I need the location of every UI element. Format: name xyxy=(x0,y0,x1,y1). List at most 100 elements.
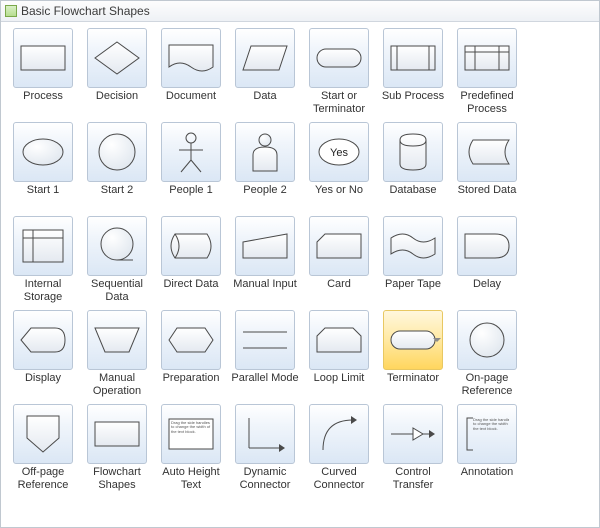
shape-terminator[interactable] xyxy=(383,310,443,370)
panel-icon xyxy=(5,5,17,17)
direct_data-icon xyxy=(167,230,215,262)
shape-cell: Flowchart Shapes xyxy=(81,404,153,492)
shape-label: Predefined Process xyxy=(451,90,523,116)
shape-manual_input[interactable] xyxy=(235,216,295,276)
shape-manual_operation[interactable] xyxy=(87,310,147,370)
shape-label: Decision xyxy=(81,90,153,116)
shape-cell: On-page Reference xyxy=(451,310,523,398)
shape-dynamic_connector[interactable] xyxy=(235,404,295,464)
shape-cell: People 1 xyxy=(155,122,227,210)
shape-cell: Manual Input xyxy=(229,216,301,304)
shape-label: Display xyxy=(7,372,79,398)
shape-label: Flowchart Shapes xyxy=(81,466,153,492)
annotation-icon: Drag the side handles to change the widt… xyxy=(463,414,511,454)
shape-cell: Paper Tape xyxy=(377,216,449,304)
shape-stored_data[interactable] xyxy=(457,122,517,182)
shape-start_or_terminator[interactable] xyxy=(309,28,369,88)
shape-cell: Curved Connector xyxy=(303,404,375,492)
shape-label: Manual Input xyxy=(229,278,301,304)
shape-sub_process[interactable] xyxy=(383,28,443,88)
shape-yes_or_no[interactable]: Yes xyxy=(309,122,369,182)
curved_connector-icon xyxy=(317,414,361,454)
manual_input-icon xyxy=(241,230,289,262)
shape-people1[interactable] xyxy=(161,122,221,182)
shape-cell: Internal Storage xyxy=(7,216,79,304)
shape-cell: Yes Yes or No xyxy=(303,122,375,210)
shape-preparation[interactable] xyxy=(161,310,221,370)
internal_storage-icon xyxy=(21,228,65,264)
sequential_data-icon xyxy=(97,226,137,266)
shape-internal_storage[interactable] xyxy=(13,216,73,276)
shape-start1[interactable] xyxy=(13,122,73,182)
shape-label: Internal Storage xyxy=(7,278,79,304)
shape-cell: Parallel Mode xyxy=(229,310,301,398)
shape-label: Paper Tape xyxy=(377,278,449,304)
shape-cell: Delay xyxy=(451,216,523,304)
shape-start2[interactable] xyxy=(87,122,147,182)
shape-on_page_reference[interactable] xyxy=(457,310,517,370)
shape-label: Sub Process xyxy=(377,90,449,116)
shape-cell: Control Transfer xyxy=(377,404,449,492)
shape-people2[interactable] xyxy=(235,122,295,182)
shape-cell: Loop Limit xyxy=(303,310,375,398)
shape-cell: Data xyxy=(229,28,301,116)
data-icon xyxy=(241,42,289,74)
shape-cell: Drag the side handles to change the widt… xyxy=(155,404,227,492)
svg-text:Yes: Yes xyxy=(330,147,348,159)
delay-icon xyxy=(463,230,511,262)
shape-cell: Terminator xyxy=(377,310,449,398)
shape-label: Start 2 xyxy=(81,184,153,210)
loop_limit-icon xyxy=(315,324,363,356)
decision-icon xyxy=(93,40,141,76)
shape-cell: Start 1 xyxy=(7,122,79,210)
shape-loop_limit[interactable] xyxy=(309,310,369,370)
shape-decision[interactable] xyxy=(87,28,147,88)
shape-cell: Start 2 xyxy=(81,122,153,210)
shape-data[interactable] xyxy=(235,28,295,88)
card-icon xyxy=(315,230,363,262)
shape-direct_data[interactable] xyxy=(161,216,221,276)
shape-cell: Manual Operation xyxy=(81,310,153,398)
shape-off_page_reference[interactable] xyxy=(13,404,73,464)
shape-label: Yes or No xyxy=(303,184,375,210)
shape-auto_height_text[interactable]: Drag the side handles to change the widt… xyxy=(161,404,221,464)
preparation-icon xyxy=(167,324,215,356)
terminator-icon xyxy=(389,325,437,355)
shape-delay[interactable] xyxy=(457,216,517,276)
shape-display[interactable] xyxy=(13,310,73,370)
shape-label: Card xyxy=(303,278,375,304)
shape-cell: Card xyxy=(303,216,375,304)
shape-cell: People 2 xyxy=(229,122,301,210)
shape-cell: Decision xyxy=(81,28,153,116)
shape-predefined_process[interactable] xyxy=(457,28,517,88)
shape-paper_tape[interactable] xyxy=(383,216,443,276)
shape-label: Direct Data xyxy=(155,278,227,304)
parallel_mode-icon xyxy=(241,324,289,356)
shape-document[interactable] xyxy=(161,28,221,88)
shape-curved_connector[interactable] xyxy=(309,404,369,464)
shape-process[interactable] xyxy=(13,28,73,88)
shape-annotation[interactable]: Drag the side handles to change the widt… xyxy=(457,404,517,464)
start1-icon xyxy=(21,135,65,169)
shape-label: People 1 xyxy=(155,184,227,210)
shape-label: Annotation xyxy=(451,466,523,492)
predefined_process-icon xyxy=(463,42,511,74)
shape-label: Sequential Data xyxy=(81,278,153,304)
shape-label: Document xyxy=(155,90,227,116)
shape-label: Loop Limit xyxy=(303,372,375,398)
shape-parallel_mode[interactable] xyxy=(235,310,295,370)
shape-grid: ProcessDecisionDocumentDataStart or Term… xyxy=(1,22,599,498)
shape-sequential_data[interactable] xyxy=(87,216,147,276)
shape-cell: Process xyxy=(7,28,79,116)
shape-database[interactable] xyxy=(383,122,443,182)
flowchart_shapes-icon xyxy=(93,418,141,450)
shape-card[interactable] xyxy=(309,216,369,276)
shape-label: Data xyxy=(229,90,301,116)
shape-label: Off-page Reference xyxy=(7,466,79,492)
stored_data-icon xyxy=(463,136,511,168)
shape-flowchart_shapes[interactable] xyxy=(87,404,147,464)
shape-cell: Off-page Reference xyxy=(7,404,79,492)
paper_tape-icon xyxy=(389,230,437,262)
display-icon xyxy=(19,324,67,356)
shape-control_transfer[interactable] xyxy=(383,404,443,464)
